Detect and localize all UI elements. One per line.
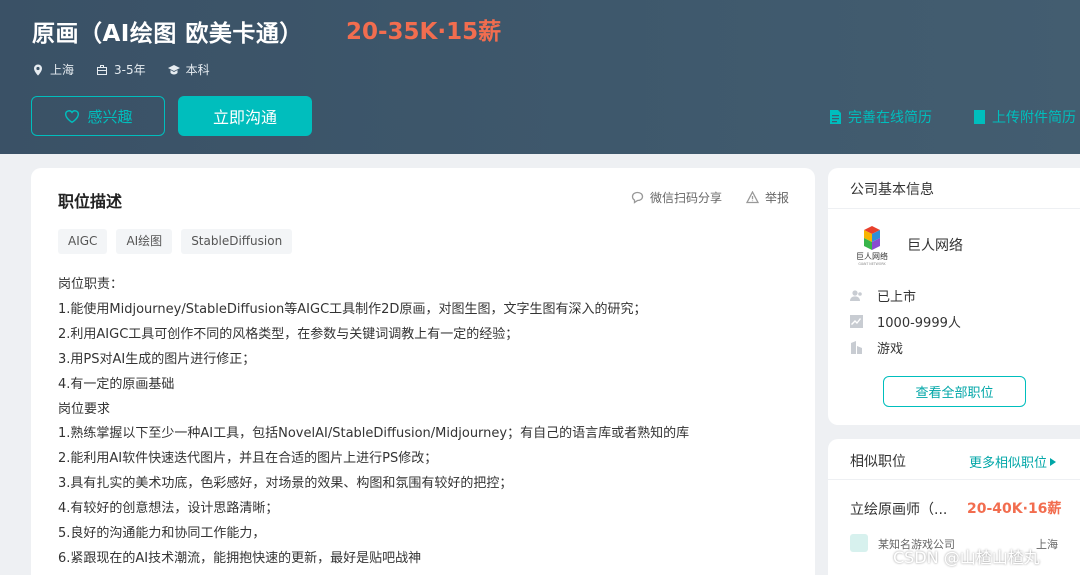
meta-city: 上海	[32, 61, 74, 78]
desc-line: 1.能使用Midjourney/StableDiffusion等AIGC工具制作…	[58, 301, 647, 317]
desc-line: 3.用PS对AI生成的图片进行修正；	[58, 351, 256, 367]
report-button[interactable]: 举报	[745, 189, 789, 206]
company-logo-text: 巨人网络	[856, 251, 888, 261]
job-description-card: 职位描述 微信扫码分享 举报 AIGC AI绘图 StableDiffusion…	[31, 168, 815, 575]
upload-doc-icon	[974, 110, 985, 124]
company-stage-label: 已上市	[877, 290, 917, 305]
resume-doc-icon	[830, 110, 841, 124]
complete-online-resume-link[interactable]: 完善在线简历	[829, 107, 932, 127]
company-stage: 已上市	[850, 286, 916, 305]
meta-education: 本科	[167, 61, 210, 78]
similar-jobs-heading: 相似职位	[850, 454, 906, 470]
desc-line: 4.有一定的原画基础	[58, 376, 175, 392]
company-name[interactable]: 巨人网络	[907, 235, 963, 255]
similar-company-logo	[850, 534, 868, 552]
graduation-cap-icon	[167, 64, 180, 74]
job-tags: AIGC AI绘图 StableDiffusion	[58, 229, 293, 254]
job-description-heading: 职位描述	[58, 192, 123, 211]
location-pin-icon	[34, 64, 42, 75]
meta-city-label: 上海	[50, 63, 75, 77]
report-label: 举报	[764, 191, 789, 205]
chat-bubble-icon	[631, 191, 644, 204]
job-meta: 上海 3-5年 本科	[32, 61, 210, 78]
desc-line: 2.利用AIGC工具可创作不同的风格类型，在参数与关键词调教上有一定的经验；	[58, 326, 519, 342]
briefcase-icon	[97, 64, 108, 75]
meta-education-label: 本科	[185, 63, 210, 77]
meta-experience: 3-5年	[96, 61, 146, 78]
job-tag: AIGC	[58, 229, 108, 254]
company-info-heading: 公司基本信息	[828, 168, 1080, 209]
more-similar-jobs-link[interactable]: 更多相似职位	[969, 452, 1057, 471]
job-title: 原画（AI绘图 欧美卡通）	[32, 21, 303, 47]
divider	[828, 479, 1080, 480]
desc-line: 4.有较好的创意想法，设计思路清晰；	[58, 501, 279, 517]
meta-experience-label: 3-5年	[114, 63, 146, 77]
people-icon	[850, 290, 862, 301]
caret-right-icon	[1050, 457, 1057, 466]
chart-icon	[850, 315, 863, 328]
view-all-jobs-button[interactable]: 查看全部职位	[883, 376, 1026, 407]
job-salary: 20-35K·15薪	[346, 19, 502, 45]
similar-job-salary: 20-40K·16薪	[967, 501, 1062, 517]
chat-now-button[interactable]: 立即沟通	[178, 96, 312, 136]
desc-line: 6.紧跟现在的AI技术潮流，能拥抱快速的更新，最好是贴吧战神	[58, 550, 422, 566]
building-icon	[851, 341, 862, 354]
complete-online-resume-label: 完善在线简历	[848, 110, 932, 126]
upload-resume-label: 上传附件简历	[992, 110, 1076, 126]
job-description-text: 岗位职责： 1.能使用Midjourney/StableDiffusion等AI…	[58, 273, 689, 572]
desc-line: 岗位要求	[58, 401, 111, 417]
desc-line: 1.熟练掌握以下至少一种AI工具，包括NovelAI/StableDiffusi…	[58, 426, 690, 442]
company-industry-label: 游戏	[877, 342, 904, 357]
company-info-card: 公司基本信息 巨人网络 GIANT NETWORK 巨人网络 已上市 1000-…	[828, 168, 1080, 425]
interest-button[interactable]: 感兴趣	[31, 96, 165, 136]
warning-icon	[745, 191, 759, 204]
more-similar-jobs-label: 更多相似职位	[969, 456, 1048, 471]
job-header: 原画（AI绘图 欧美卡通） 20-35K·15薪 上海 3-5年 本科 感兴趣 …	[0, 0, 1080, 154]
upload-resume-link[interactable]: 上传附件简历	[973, 107, 1076, 127]
desc-line: 2.能利用AI软件快速迭代图片，并且在合适的图片上进行PS修改；	[58, 451, 438, 467]
job-tag: AI绘图	[116, 229, 173, 254]
heart-icon	[65, 110, 80, 124]
company-size: 1000-9999人	[850, 312, 961, 331]
job-actions: 微信扫码分享 举报	[631, 189, 789, 206]
company-size-label: 1000-9999人	[877, 316, 961, 331]
desc-line: 岗位职责：	[58, 277, 124, 292]
desc-line: 5.良好的沟通能力和协同工作能力，	[58, 526, 266, 542]
company-industry: 游戏	[850, 338, 903, 357]
wechat-share-button[interactable]: 微信扫码分享	[631, 189, 722, 206]
company-logo-subtext: GIANT NETWORK	[858, 262, 886, 266]
similar-job-title[interactable]: 立绘原画师（...	[850, 499, 947, 519]
job-tag: StableDiffusion	[181, 229, 293, 254]
wechat-share-label: 微信扫码分享	[649, 191, 722, 205]
csdn-watermark: CSDN @山楂山楂丸	[893, 548, 1040, 567]
interest-button-label: 感兴趣	[87, 107, 133, 126]
desc-line: 3.具有扎实的美术功底，色彩感好，对场景的效果、构图和氛围有较好的把控；	[58, 476, 513, 492]
company-logo[interactable]: 巨人网络 GIANT NETWORK	[850, 223, 894, 267]
